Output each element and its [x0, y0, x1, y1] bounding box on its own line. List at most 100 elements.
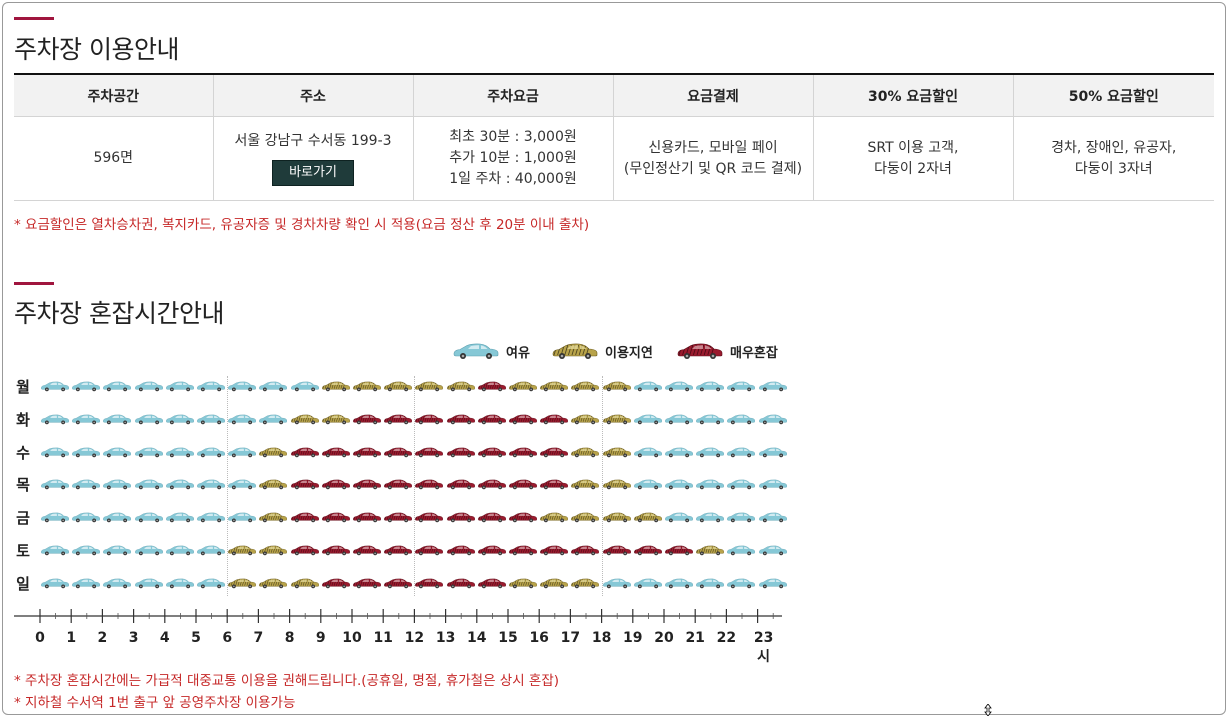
car-icon — [446, 447, 475, 457]
hour-label: 22 — [716, 630, 737, 646]
car-icon — [72, 512, 101, 523]
car-icon — [165, 414, 194, 425]
car-icon — [727, 578, 756, 589]
payment-line: (무인정산기 및 QR 코드 결제) — [623, 160, 803, 177]
car-icon — [415, 381, 444, 392]
hour-label: 11 — [373, 630, 393, 646]
cell-address: 서울 강남구 수서동 199-3 바로가기 — [212, 116, 413, 201]
car-icon — [384, 578, 413, 589]
car-icon — [540, 512, 569, 523]
car-icon — [571, 414, 600, 425]
car-icon — [446, 381, 475, 392]
car-icon — [384, 414, 413, 425]
car-icon — [41, 545, 69, 556]
car-icon — [197, 578, 225, 589]
car-icon — [384, 545, 413, 556]
discount-note: * 요금할인은 열차승차권, 복지카드, 유공자증 및 경차차량 확인 시 적용… — [14, 217, 590, 233]
hour-label: 16 — [529, 630, 549, 646]
car-icon — [259, 545, 288, 556]
car-icon — [103, 381, 132, 392]
car-icon — [134, 545, 163, 556]
car-icon-delay — [552, 343, 598, 359]
car-icon — [72, 414, 101, 425]
car-icon — [571, 512, 600, 523]
cell-discount-50: 경차, 장애인, 유공자, 다둥이 3자녀 — [1012, 116, 1214, 201]
header-address: 주소 — [212, 73, 413, 117]
hour-label: 5 — [191, 630, 201, 646]
car-icon — [290, 381, 319, 392]
car-icon — [197, 381, 225, 392]
hour-label: 19 — [623, 630, 643, 646]
cell-payment: 신용카드, 모바일 페이 (무인정산기 및 QR 코드 결제) — [612, 116, 813, 201]
car-icon — [290, 512, 319, 523]
car-icon — [72, 545, 101, 556]
car-icon — [727, 381, 756, 392]
car-icon — [633, 414, 662, 425]
car-icon — [758, 447, 787, 457]
car-icon — [696, 414, 725, 425]
car-icon — [509, 512, 537, 523]
hour-axis — [14, 609, 782, 623]
car-icon — [353, 512, 381, 523]
car-icon — [103, 414, 132, 425]
car-icon — [509, 480, 537, 490]
hour-label: 6 — [222, 630, 233, 646]
car-icon — [41, 381, 69, 392]
hour-label: 23시 — [753, 630, 774, 665]
car-icon — [290, 545, 319, 556]
goto-button[interactable]: 바로가기 — [272, 160, 354, 186]
car-icon — [477, 480, 506, 490]
car-icon — [633, 381, 662, 392]
header-spaces: 주차공간 — [14, 73, 213, 117]
car-icon — [290, 578, 319, 589]
car-icon — [477, 447, 506, 457]
car-icon — [602, 545, 631, 556]
car-icon — [259, 381, 288, 392]
table-row: 596면 서울 강남구 수서동 199-3 바로가기 최초 30분 : 3,00… — [14, 116, 1214, 201]
car-icon — [41, 512, 69, 523]
car-icon — [290, 480, 319, 490]
fee-line: 1일 주차 : 40,000원 — [449, 171, 577, 187]
car-icon — [696, 545, 725, 556]
car-icon — [758, 414, 787, 425]
car-icon — [633, 545, 662, 556]
car-icon — [72, 447, 101, 457]
car-icon — [446, 512, 475, 523]
car-icon — [696, 381, 725, 392]
car-icon — [665, 545, 693, 556]
car-icon — [321, 447, 350, 457]
hour-label: 13 — [435, 630, 456, 646]
car-icon — [571, 447, 600, 457]
car-icon — [41, 480, 69, 490]
car-icon — [41, 414, 69, 425]
hour-label: 21 — [685, 630, 705, 646]
day-label: 목 — [16, 476, 30, 495]
car-icon — [696, 447, 725, 457]
car-icon — [228, 578, 257, 589]
car-icon — [633, 512, 662, 523]
hour-label: 2 — [97, 630, 108, 646]
cell-spaces: 596면 — [14, 116, 213, 201]
car-icon — [571, 578, 600, 589]
legend-label: 이용지연 — [605, 345, 653, 361]
move-cursor-icon — [984, 704, 992, 716]
car-icon — [228, 447, 257, 457]
car-icon — [446, 414, 475, 425]
car-icon — [540, 578, 569, 589]
car-icon — [259, 480, 288, 490]
car-icon — [72, 578, 101, 589]
car-icon — [571, 381, 600, 392]
car-icon — [727, 447, 756, 457]
car-icon — [602, 414, 631, 425]
car-icon — [758, 480, 787, 490]
car-icon — [509, 414, 537, 425]
car-icon — [134, 480, 163, 490]
car-icon — [72, 381, 101, 392]
car-icon — [103, 512, 132, 523]
cell-discount-30: SRT 이용 고객, 다둥이 2자녀 — [812, 116, 1013, 201]
fee-line: 추가 10분 : 1,000원 — [449, 150, 577, 166]
car-icon — [758, 381, 787, 392]
car-icon — [446, 480, 475, 490]
car-icon — [477, 414, 506, 425]
car-icon — [259, 414, 288, 425]
